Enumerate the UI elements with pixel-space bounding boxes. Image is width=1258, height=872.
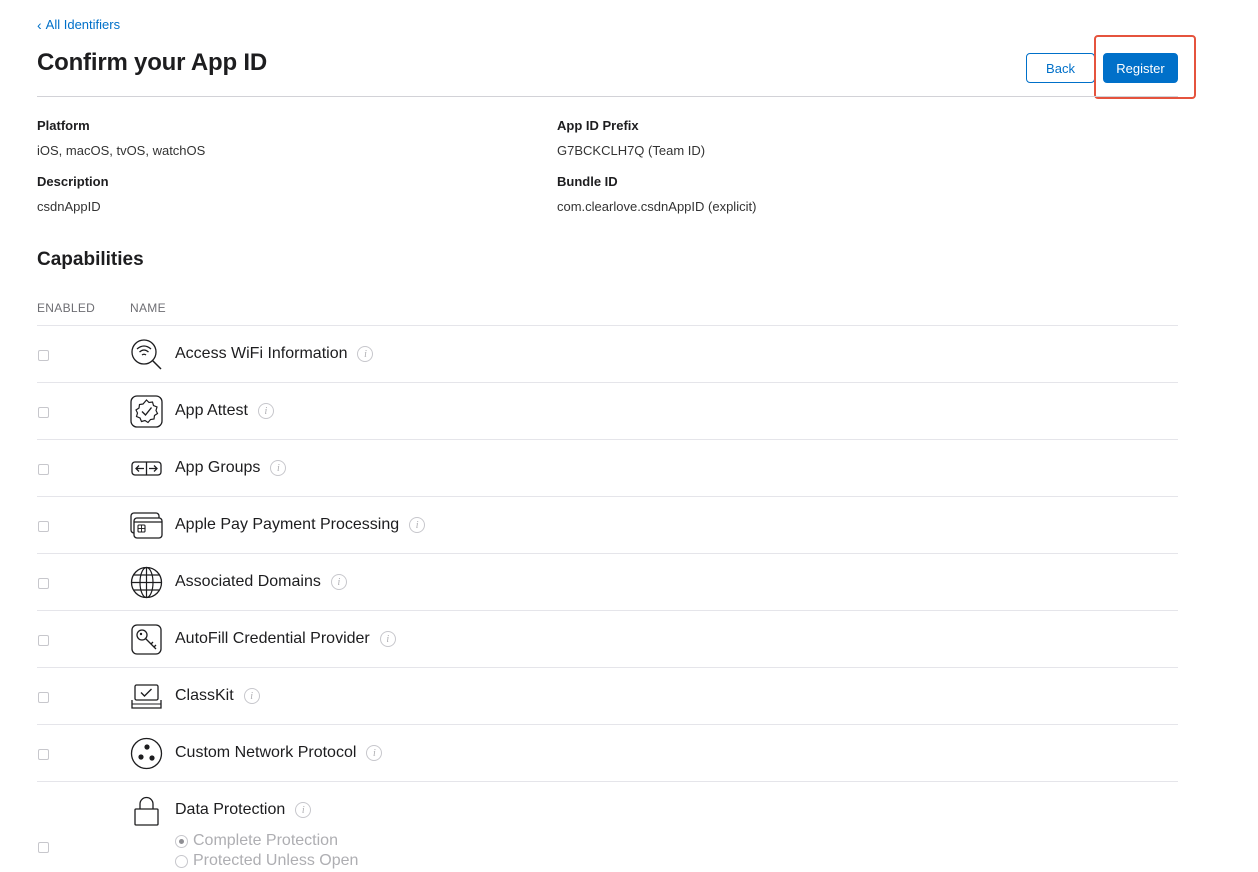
capability-row: App Attest i xyxy=(37,382,1178,439)
enable-checkbox[interactable] xyxy=(38,578,49,589)
description-value: csdnAppID xyxy=(37,199,101,214)
capability-label: App Groups xyxy=(175,459,261,476)
enable-checkbox[interactable] xyxy=(38,464,49,475)
app-id-prefix-field: App ID Prefix G7BCKCLH7Q (Team ID) xyxy=(557,118,705,158)
enable-checkbox[interactable] xyxy=(38,692,49,703)
capability-row: Access WiFi Information i xyxy=(37,325,1178,382)
bundle-id-field: Bundle ID com.clearlove.csdnAppID (expli… xyxy=(557,174,756,214)
capability-row: Apple Pay Payment Processing i xyxy=(37,496,1178,553)
capability-row: App Groups i xyxy=(37,439,1178,496)
enable-checkbox[interactable] xyxy=(38,407,49,418)
classkit-icon xyxy=(131,684,162,709)
capability-row: Custom Network Protocol i xyxy=(37,724,1178,781)
capability-label: Apple Pay Payment Processing xyxy=(175,516,400,533)
info-icon[interactable]: i xyxy=(357,346,374,362)
back-button[interactable]: Back xyxy=(1026,53,1095,83)
radio-unselected-icon xyxy=(175,854,188,868)
info-icon[interactable]: i xyxy=(243,688,260,704)
enable-checkbox[interactable] xyxy=(38,350,49,361)
platform-value: iOS, macOS, tvOS, watchOS xyxy=(37,143,206,158)
globe-icon xyxy=(130,566,163,599)
capability-name: AutoFill Credential Provider i xyxy=(175,630,396,648)
radio-label: Protected Unless Open xyxy=(193,852,359,869)
capability-row: Data Protection i Complete Protection Pr… xyxy=(37,781,1178,872)
info-icon[interactable]: i xyxy=(270,460,287,476)
app-groups-icon xyxy=(131,461,162,476)
capability-label: Access WiFi Information xyxy=(175,345,348,362)
all-identifiers-link[interactable]: ‹ All Identifiers xyxy=(37,17,120,32)
capabilities-title: Capabilities xyxy=(37,249,144,270)
name-column-header: NAME xyxy=(130,301,166,315)
page-title: Confirm your App ID xyxy=(37,49,267,76)
lock-icon xyxy=(134,796,159,826)
capability-name: App Groups i xyxy=(175,459,287,477)
info-icon[interactable]: i xyxy=(257,403,274,419)
enable-checkbox[interactable] xyxy=(38,842,49,853)
platform-label: Platform xyxy=(37,118,90,133)
info-icon[interactable]: i xyxy=(379,631,396,647)
capability-name: Data Protection i xyxy=(175,801,312,819)
radio-label: Complete Protection xyxy=(193,832,338,849)
capability-name: App Attest i xyxy=(175,402,274,420)
capability-label: AutoFill Credential Provider xyxy=(175,630,370,647)
capability-row: Associated Domains i xyxy=(37,553,1178,610)
enable-checkbox[interactable] xyxy=(38,749,49,760)
all-identifiers-label: All Identifiers xyxy=(45,17,121,32)
bundle-id-value: com.clearlove.csdnAppID (explicit) xyxy=(557,199,757,214)
capability-label: Custom Network Protocol xyxy=(175,744,357,761)
chevron-left-icon: ‹ xyxy=(37,16,42,33)
enabled-column-header: ENABLED xyxy=(37,301,96,315)
info-icon[interactable]: i xyxy=(295,802,312,818)
capability-label: ClassKit xyxy=(175,687,234,704)
capability-name: Custom Network Protocol i xyxy=(175,744,383,762)
capability-label: Associated Domains xyxy=(175,573,321,590)
info-icon[interactable]: i xyxy=(409,517,426,533)
capability-row: ClassKit i xyxy=(37,667,1178,724)
capabilities-table: Access WiFi Information i App Attest i A… xyxy=(37,325,1178,872)
bundle-id-label: Bundle ID xyxy=(557,174,618,189)
capability-name: ClassKit i xyxy=(175,687,260,705)
capability-label: Data Protection xyxy=(175,801,286,818)
app-id-prefix-label: App ID Prefix xyxy=(557,118,639,133)
capability-name: Apple Pay Payment Processing i xyxy=(175,516,426,534)
enable-checkbox[interactable] xyxy=(38,635,49,646)
capability-name: Associated Domains i xyxy=(175,573,347,591)
info-icon[interactable]: i xyxy=(366,745,383,761)
description-field: Description csdnAppID xyxy=(37,174,109,214)
radio-protected-unless-open[interactable]: Protected Unless Open xyxy=(175,852,358,870)
capability-label: App Attest xyxy=(175,402,248,419)
network-dots-icon xyxy=(130,737,163,770)
enable-checkbox[interactable] xyxy=(38,521,49,532)
capability-row: AutoFill Credential Provider i xyxy=(37,610,1178,667)
title-divider xyxy=(37,96,1178,97)
radio-complete-protection[interactable]: Complete Protection xyxy=(175,832,338,850)
register-button[interactable]: Register xyxy=(1103,53,1178,83)
wifi-search-icon xyxy=(131,339,162,370)
badge-check-icon xyxy=(130,395,163,428)
capability-name: Access WiFi Information i xyxy=(175,345,374,363)
info-icon[interactable]: i xyxy=(330,574,347,590)
platform-field: Platform iOS, macOS, tvOS, watchOS xyxy=(37,118,205,158)
credit-card-icon xyxy=(130,512,163,539)
radio-selected-icon xyxy=(175,834,188,848)
key-icon xyxy=(131,624,162,655)
app-id-prefix-value: G7BCKCLH7Q (Team ID) xyxy=(557,143,706,158)
description-label: Description xyxy=(37,174,109,189)
